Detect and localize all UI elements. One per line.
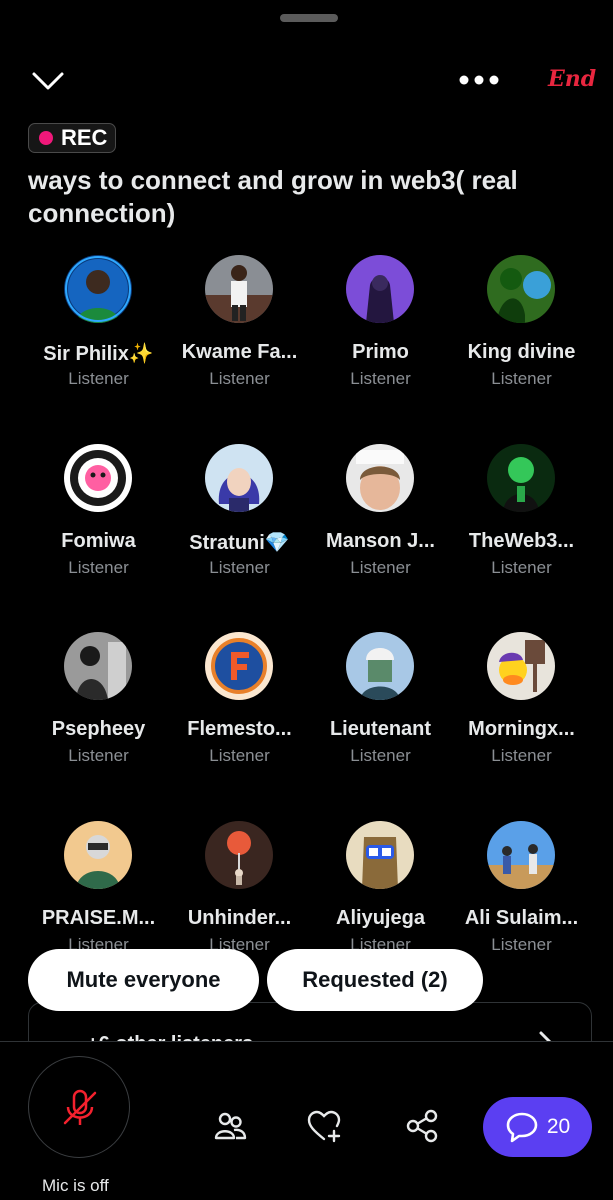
avatar: [64, 632, 132, 700]
participant[interactable]: Lieutenant Listener: [310, 632, 451, 802]
avatar: [205, 632, 273, 700]
chat-icon: [506, 1112, 538, 1143]
avatar: [346, 255, 414, 323]
participant[interactable]: King divine Listener: [451, 255, 592, 425]
avatar: [487, 821, 555, 889]
avatar: [487, 444, 555, 512]
avatar: [346, 821, 414, 889]
avatar: [346, 632, 414, 700]
avatar: [346, 444, 414, 512]
recording-dot-icon: [39, 131, 53, 145]
recording-label: REC: [61, 125, 108, 150]
participant-name: Unhinder...: [187, 907, 292, 929]
participant-role: Listener: [68, 746, 129, 765]
participant-name: Manson J...: [326, 530, 435, 552]
participant-name: Ali Sulaim...: [464, 907, 579, 929]
participant-role: Listener: [68, 558, 129, 577]
participant[interactable]: Flemesto... Listener: [169, 632, 310, 802]
avatar: [64, 821, 132, 889]
participant-name: Stratuni💎: [189, 532, 290, 554]
participant-role: Listener: [68, 369, 129, 388]
participant[interactable]: Fomiwa Listener: [28, 444, 169, 614]
participant-name: Kwame Fa...: [181, 341, 298, 363]
end-space-button[interactable]: End: [548, 66, 596, 92]
sheet-grabber[interactable]: [280, 14, 338, 22]
mic-off-icon: [63, 1089, 97, 1125]
avatar: [487, 632, 555, 700]
share-icon[interactable]: [404, 1108, 440, 1144]
participant-name: Primo: [352, 341, 409, 363]
participant-name: Morningx...: [468, 718, 575, 740]
heart-plus-icon[interactable]: [306, 1108, 342, 1144]
more-icon[interactable]: [456, 70, 502, 90]
avatar: [205, 821, 273, 889]
participant-name: Flemesto...: [187, 718, 292, 740]
participant-role: Listener: [491, 558, 552, 577]
participant-role: Listener: [491, 369, 552, 388]
participant-name: Fomiwa: [61, 530, 136, 552]
participant[interactable]: Primo Listener: [310, 255, 451, 425]
participant-role: Listener: [350, 558, 411, 577]
participant-name: King divine: [467, 341, 576, 363]
participant-name: Lieutenant: [329, 718, 432, 740]
space-title: ways to connect and grow in web3( real c…: [28, 165, 518, 228]
avatar: [64, 255, 132, 323]
participant[interactable]: TheWeb3... Listener: [451, 444, 592, 614]
participant[interactable]: Kwame Fa... Listener: [169, 255, 310, 425]
participant-role: Listener: [350, 369, 411, 388]
participant[interactable]: Stratuni💎 Listener: [169, 444, 310, 614]
participant[interactable]: Manson J... Listener: [310, 444, 451, 614]
space-screen: End REC ways to connect and grow in web3…: [0, 0, 613, 1200]
participant-role: Listener: [209, 558, 270, 577]
participant-name: Aliyujega: [336, 907, 425, 929]
participant-role: Listener: [209, 369, 270, 388]
participant[interactable]: Psepheey Listener: [28, 632, 169, 802]
avatar: [205, 255, 273, 323]
participant-role: Listener: [209, 746, 270, 765]
participant[interactable]: Morningx... Listener: [451, 632, 592, 802]
participant-role: Listener: [491, 935, 552, 954]
chat-button[interactable]: 20: [483, 1097, 592, 1157]
mic-toggle-button[interactable]: [28, 1056, 130, 1158]
avatar: [64, 444, 132, 512]
mute-everyone-button[interactable]: Mute everyone: [28, 949, 259, 1011]
participant[interactable]: Sir Philix✨ Listener: [28, 255, 169, 425]
participant-role: Listener: [491, 746, 552, 765]
participant-name: Sir Philix✨: [43, 343, 154, 365]
recording-badge: REC: [28, 123, 116, 153]
mic-status-label: Mic is off: [42, 1176, 109, 1195]
participant-name: TheWeb3...: [468, 530, 575, 552]
people-icon[interactable]: [212, 1108, 248, 1144]
avatar: [487, 255, 555, 323]
participant-role: Listener: [350, 746, 411, 765]
avatar: [205, 444, 273, 512]
chat-count: 20: [546, 1115, 571, 1138]
participant-name: Psepheey: [51, 718, 146, 740]
participant-name: PRAISE.M...: [41, 907, 156, 929]
requested-button[interactable]: Requested (2): [267, 949, 483, 1011]
chevron-down-icon[interactable]: [30, 66, 66, 96]
